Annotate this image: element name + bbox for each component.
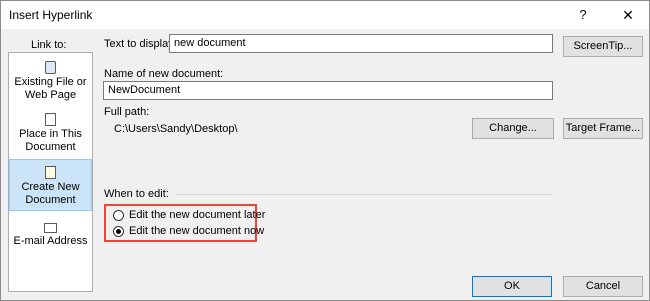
target-frame-button[interactable]: Target Frame... — [563, 118, 643, 139]
full-path-label: Full path: — [104, 106, 150, 118]
text-to-display-label: Text to display: — [104, 38, 177, 50]
text-to-display-input[interactable]: new document — [169, 34, 553, 53]
when-to-edit-label: When to edit: — [104, 188, 169, 200]
sidebar-item-place-in-document[interactable]: Place in This Document — [9, 113, 92, 154]
new-document-icon — [45, 166, 56, 179]
edit-later-label[interactable]: Edit the new document later — [129, 209, 265, 221]
help-button[interactable]: ? — [571, 4, 595, 26]
insert-hyperlink-dialog: Insert Hyperlink ? ✕ Link to: Existing F… — [0, 0, 650, 301]
change-button[interactable]: Change... — [472, 118, 554, 139]
radio-selected-dot — [116, 229, 121, 234]
title-bar: Insert Hyperlink ? ✕ — [1, 1, 649, 29]
email-icon — [44, 223, 57, 233]
when-to-edit-divider — [176, 194, 553, 195]
sidebar-item-label: Existing File or Web Page — [14, 76, 87, 101]
full-path-value: C:\Users\Sandy\Desktop\ — [114, 123, 238, 135]
sidebar-item-existing-file[interactable]: Existing File or Web Page — [9, 61, 92, 102]
sidebar-item-label: Place in This Document — [19, 128, 82, 153]
link-to-label: Link to: — [31, 39, 67, 51]
dialog-title: Insert Hyperlink — [9, 8, 93, 22]
sidebar-item-email-address[interactable]: E-mail Address — [9, 223, 92, 248]
new-document-name-input[interactable]: NewDocument — [103, 81, 553, 100]
sidebar-item-label: E-mail Address — [13, 235, 88, 247]
edit-now-radio[interactable] — [113, 226, 124, 237]
edit-later-radio[interactable] — [113, 210, 124, 221]
close-button[interactable]: ✕ — [615, 4, 641, 26]
screentip-button[interactable]: ScreenTip... — [563, 36, 643, 57]
cancel-button[interactable]: Cancel — [563, 276, 643, 297]
document-icon — [45, 113, 56, 126]
ok-button[interactable]: OK — [472, 276, 552, 297]
link-to-sidebar: Existing File or Web Page Place in This … — [8, 52, 93, 292]
sidebar-item-label: Create New Document — [21, 181, 80, 206]
sidebar-item-create-new-document[interactable]: Create New Document — [9, 159, 92, 211]
edit-now-label[interactable]: Edit the new document now — [129, 225, 264, 237]
globe-document-icon — [45, 61, 56, 74]
new-document-name-label: Name of new document: — [104, 68, 224, 80]
